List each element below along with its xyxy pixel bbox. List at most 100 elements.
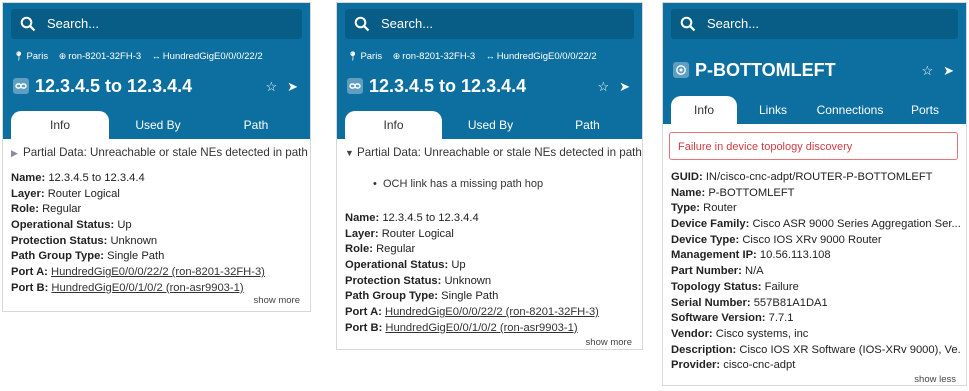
breadcrumb: 📍︎ Paris ⊕ ron-8201-32FH-3 ↔ HundredGigE0/0… xyxy=(13,51,263,62)
locate-arrow-icon[interactable]: ➤ xyxy=(943,63,954,78)
partial-data-toggle[interactable]: ▼ Partial Data: Unreachable or stale NEs … xyxy=(345,145,642,162)
search-icon[interactable] xyxy=(20,16,36,32)
header-actions: ☆ ➤ xyxy=(911,63,954,79)
locate-arrow-icon[interactable]: ➤ xyxy=(287,79,298,94)
property-list: GUID: IN/cisco-cnc-adpt/ROUTER-P-BOTTOML… xyxy=(671,170,960,374)
property-row: Port A: HundredGigE0/0/0/22/2 (ron-8201-… xyxy=(345,306,599,319)
star-icon[interactable]: ☆ xyxy=(265,79,277,94)
port-a-link[interactable]: HundredGigE0/0/0/22/2 (ron-8201-32FH-3) xyxy=(51,266,265,278)
breadcrumb-site[interactable]: Paris xyxy=(26,51,48,62)
info-content: Failure in device topology discovery GUI… xyxy=(663,124,966,385)
property-row: Device Family: Cisco ASR 9000 Series Agg… xyxy=(671,218,960,231)
tab-bar: Info Used By Path xyxy=(345,111,634,139)
router-icon xyxy=(673,62,689,79)
link-icon xyxy=(347,78,363,95)
port-b-link[interactable]: HundredGigE0/0/1/0/2 (ron-asr9903-1) xyxy=(385,322,577,334)
property-row: GUID: IN/cisco-cnc-adpt/ROUTER-P-BOTTOML… xyxy=(671,171,933,183)
property-row: Path Group Type: Single Path xyxy=(345,290,499,303)
location-pin-icon: 📍︎ xyxy=(13,51,25,61)
port-a-link[interactable]: HundredGigE0/0/0/22/2 (ron-8201-32FH-3) xyxy=(385,306,599,318)
breadcrumb-device[interactable]: ron-8201-32FH-3 xyxy=(402,51,475,62)
property-row: Role: Regular xyxy=(11,203,82,216)
show-less-link[interactable]: show less xyxy=(914,372,956,385)
property-row: Device Type: Cisco IOS XRv 9000 Router xyxy=(671,233,882,246)
property-row: Port A: HundredGigE0/0/0/22/2 (ron-8201-… xyxy=(11,266,265,279)
property-row: Description: Cisco IOS XR Software (IOS-… xyxy=(671,343,960,356)
property-row: Management IP: 10.56.113.108 xyxy=(671,249,831,262)
tab-links[interactable]: Links xyxy=(737,96,809,124)
info-content: ▶ Partial Data: Unreachable or stale NEs … xyxy=(3,139,310,311)
port-icon: ↔ xyxy=(485,51,495,61)
property-row: Software Version: 7.7.1 xyxy=(671,312,794,325)
star-icon[interactable]: ☆ xyxy=(597,79,609,94)
property-row: Layer: Router Logical xyxy=(345,227,454,240)
locate-arrow-icon[interactable]: ➤ xyxy=(619,79,630,94)
property-row: Role: Regular xyxy=(345,243,416,256)
tab-used-by[interactable]: Used By xyxy=(109,111,207,139)
property-row: Layer: Router Logical xyxy=(11,187,120,200)
property-row: Type: Router xyxy=(671,202,737,215)
property-row: Topology Status: Failure xyxy=(671,280,799,293)
tab-bar: Info Used By Path xyxy=(11,111,302,139)
property-list: Name: 12.3.4.5 to 12.3.4.4 Layer: Router… xyxy=(11,171,304,297)
info-content: ▼ Partial Data: Unreachable or stale NEs … xyxy=(337,139,642,349)
port-icon: ↔ xyxy=(151,51,161,61)
search-input[interactable]: Search... xyxy=(381,16,433,31)
star-icon[interactable]: ☆ xyxy=(921,63,933,78)
tab-connections[interactable]: Connections xyxy=(809,96,891,124)
error-banner: Failure in device topology discovery xyxy=(669,132,958,160)
property-row: Path Group Type: Single Path xyxy=(11,250,165,263)
property-row: Part Number: N/A xyxy=(671,265,764,278)
page-title: P-BOTTOMLEFT xyxy=(673,59,836,81)
page-title: 12.3.4.5 to 12.3.4.4 xyxy=(13,75,192,97)
panel-header: Search... 📍︎ Paris ⊕ ron-8201-32FH-3 ↔ Hund… xyxy=(3,3,310,139)
property-row: Operational Status: Up xyxy=(11,219,132,232)
tab-path[interactable]: Path xyxy=(207,111,305,139)
link-details-panel-expanded: Search... 📍︎ Paris ⊕ ron-8201-32FH-3 ↔ Hund… xyxy=(336,2,643,350)
tab-path[interactable]: Path xyxy=(539,111,636,139)
link-icon xyxy=(13,78,29,95)
search-input[interactable]: Search... xyxy=(707,16,759,31)
search-bar[interactable]: Search... xyxy=(345,9,634,39)
header-actions: ☆ ➤ xyxy=(255,79,298,95)
search-icon[interactable] xyxy=(680,16,696,32)
port-b-link[interactable]: HundredGigE0/0/1/0/2 (ron-asr9903-1) xyxy=(51,282,243,294)
collapse-triangle-icon[interactable]: ▼ xyxy=(345,146,357,162)
device-icon: ⊕ xyxy=(392,51,401,61)
search-input[interactable]: Search... xyxy=(47,16,99,31)
tab-info[interactable]: Info xyxy=(671,96,737,124)
page-title: 12.3.4.5 to 12.3.4.4 xyxy=(347,75,526,97)
property-row: Protection Status: Unknown xyxy=(11,234,158,247)
tab-ports[interactable]: Ports xyxy=(891,96,959,124)
property-row: Name: P-BOTTOMLEFT xyxy=(671,186,795,199)
property-row: Vendor: Cisco systems, inc xyxy=(671,327,809,340)
tab-info[interactable]: Info xyxy=(345,111,442,139)
property-list: Name: 12.3.4.5 to 12.3.4.4 Layer: Router… xyxy=(345,211,636,337)
tab-bar: Info Links Connections Ports xyxy=(671,96,958,124)
property-row: Name: 12.3.4.5 to 12.3.4.4 xyxy=(345,212,479,224)
search-bar[interactable]: Search... xyxy=(11,9,302,39)
show-more-link[interactable]: show more xyxy=(586,335,632,349)
tab-used-by[interactable]: Used By xyxy=(442,111,539,139)
property-row: Operational Status: Up xyxy=(345,259,466,272)
breadcrumb-port[interactable]: HundredGigE0/0/0/22/2 xyxy=(163,51,263,62)
panel-header: Search... P-BOTTOMLEFT ☆ ➤ Info Links Con… xyxy=(663,3,966,124)
search-bar[interactable]: Search... xyxy=(671,9,958,39)
partial-data-toggle[interactable]: ▶ Partial Data: Unreachable or stale NEs … xyxy=(11,145,308,162)
property-row: Name: 12.3.4.5 to 12.3.4.4 xyxy=(11,172,145,184)
property-row: Protection Status: Unknown xyxy=(345,274,492,287)
show-more-link[interactable]: show more xyxy=(254,293,300,309)
panel-header: Search... 📍︎ Paris ⊕ ron-8201-32FH-3 ↔ Hund… xyxy=(337,3,642,139)
link-details-panel-collapsed: Search... 📍︎ Paris ⊕ ron-8201-32FH-3 ↔ Hund… xyxy=(2,2,311,312)
breadcrumb-site[interactable]: Paris xyxy=(360,51,382,62)
expand-triangle-icon[interactable]: ▶ xyxy=(11,146,23,162)
breadcrumb-port[interactable]: HundredGigE0/0/0/22/2 xyxy=(497,51,597,62)
search-icon[interactable] xyxy=(354,16,370,32)
tab-info[interactable]: Info xyxy=(11,111,109,139)
breadcrumb: 📍︎ Paris ⊕ ron-8201-32FH-3 ↔ HundredGigE0/0… xyxy=(347,51,597,62)
header-actions: ☆ ➤ xyxy=(587,79,630,95)
property-row: Serial Number: 557B81A1DA1 xyxy=(671,296,828,309)
breadcrumb-device[interactable]: ron-8201-32FH-3 xyxy=(68,51,141,62)
location-pin-icon: 📍︎ xyxy=(347,51,359,61)
partial-data-detail: • OCH link has a missing path hop xyxy=(373,178,544,190)
